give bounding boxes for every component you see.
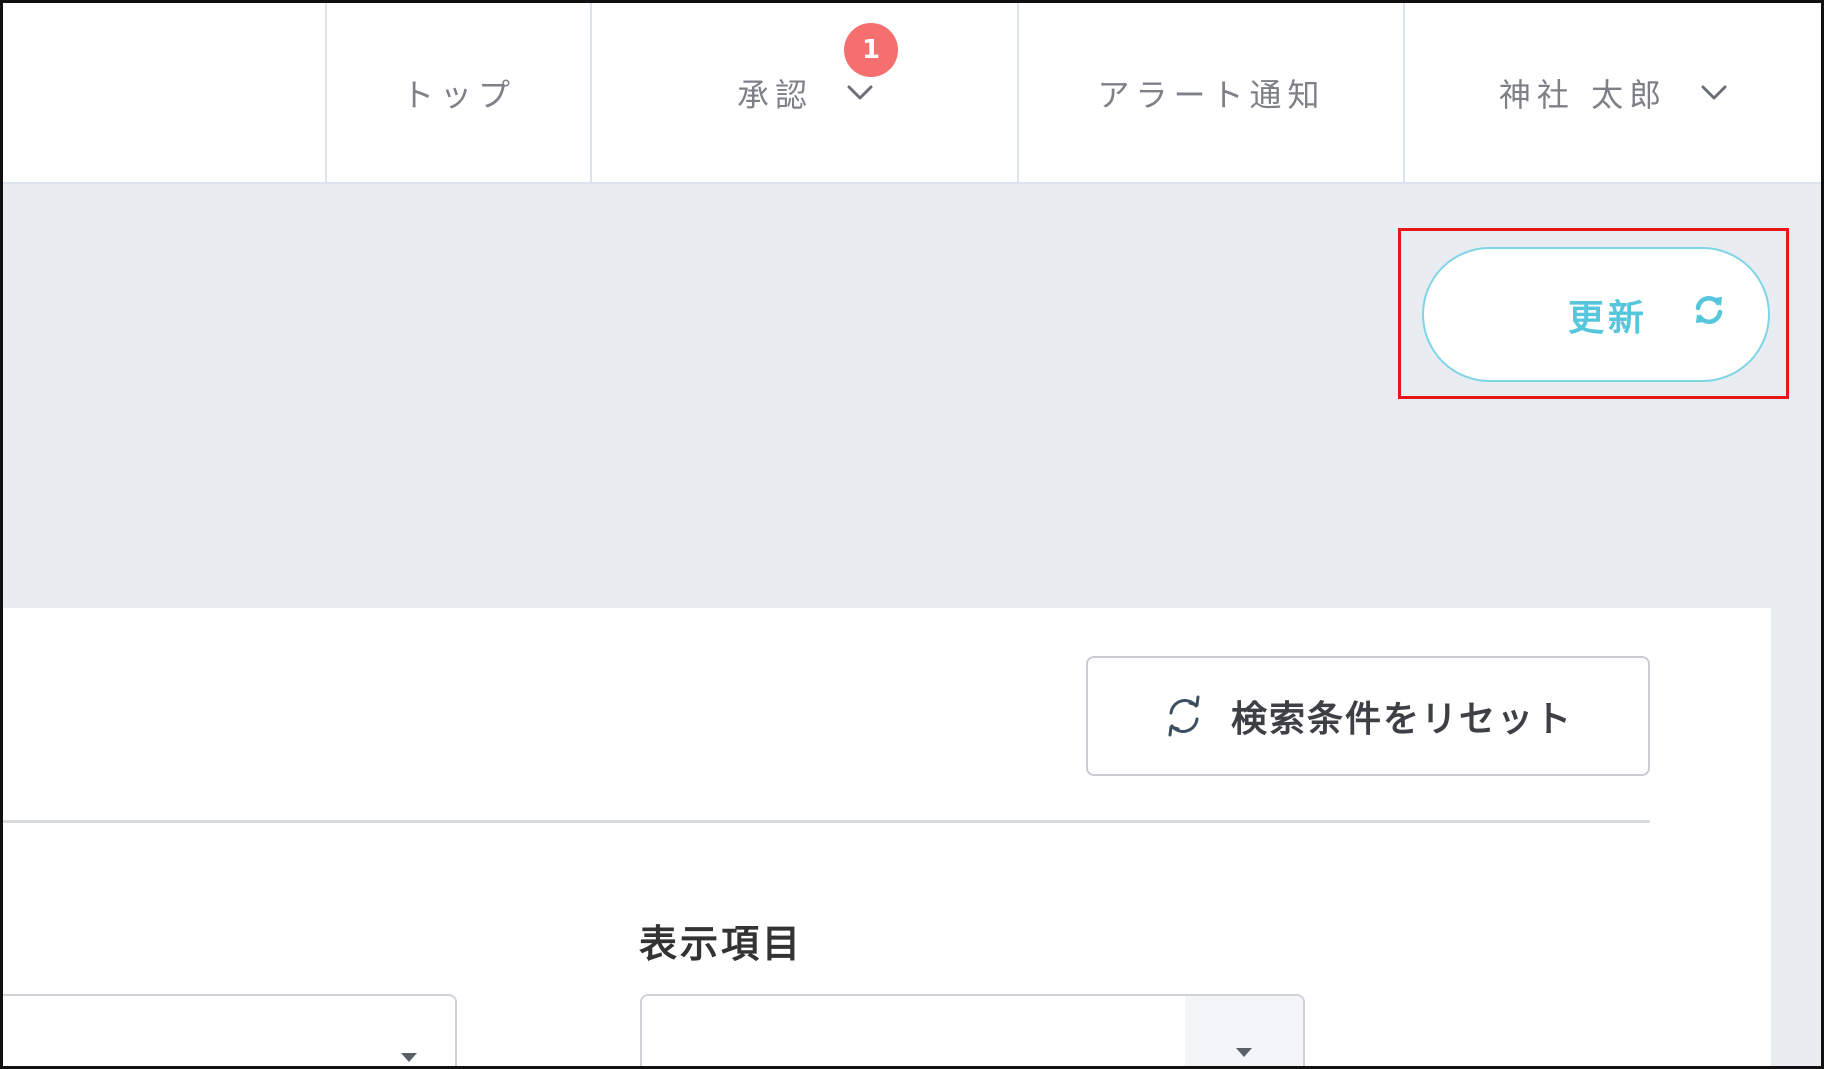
refresh-icon [1692, 293, 1726, 336]
refresh-button[interactable]: 更新 [1422, 247, 1770, 382]
nav-item-approval[interactable]: 承認 [590, 3, 1018, 183]
nav-item-top-label: トップ [401, 76, 516, 114]
top-header: トップ 承認 アラート通知 神社 太郎 1 [3, 3, 1821, 184]
caret-down-icon [1236, 1048, 1252, 1057]
nav-item-alert[interactable]: アラート通知 [1017, 3, 1404, 183]
nav-item-approval-label: 承認 [736, 76, 813, 114]
reset-search-conditions-button[interactable]: 検索条件をリセット [1086, 656, 1650, 776]
caret-down-icon [401, 1053, 417, 1062]
reset-button-label: 検索条件をリセット [1230, 699, 1573, 740]
nav-item-alert-label: アラート通知 [1097, 76, 1326, 114]
filter-select[interactable] [3, 994, 457, 1066]
refresh-button-label: 更新 [1567, 297, 1648, 339]
chevron-down-icon [1701, 85, 1727, 101]
user-name: 神社 太郎 [1498, 76, 1668, 114]
display-items-label: 表示項目 [639, 922, 804, 966]
chevron-down-icon [847, 85, 873, 101]
reset-icon [1163, 693, 1205, 739]
section-divider [3, 820, 1650, 823]
app-window: トップ 承認 アラート通知 神社 太郎 1 更新 検索条件をリセット 表示項目 [0, 0, 1824, 1069]
display-items-select[interactable] [640, 994, 1305, 1066]
select-arrow-area[interactable] [1185, 996, 1303, 1066]
approval-count-badge: 1 [844, 23, 898, 77]
nav-item-top[interactable]: トップ [325, 3, 591, 183]
nav-item-user-menu[interactable]: 神社 太郎 [1403, 3, 1821, 183]
